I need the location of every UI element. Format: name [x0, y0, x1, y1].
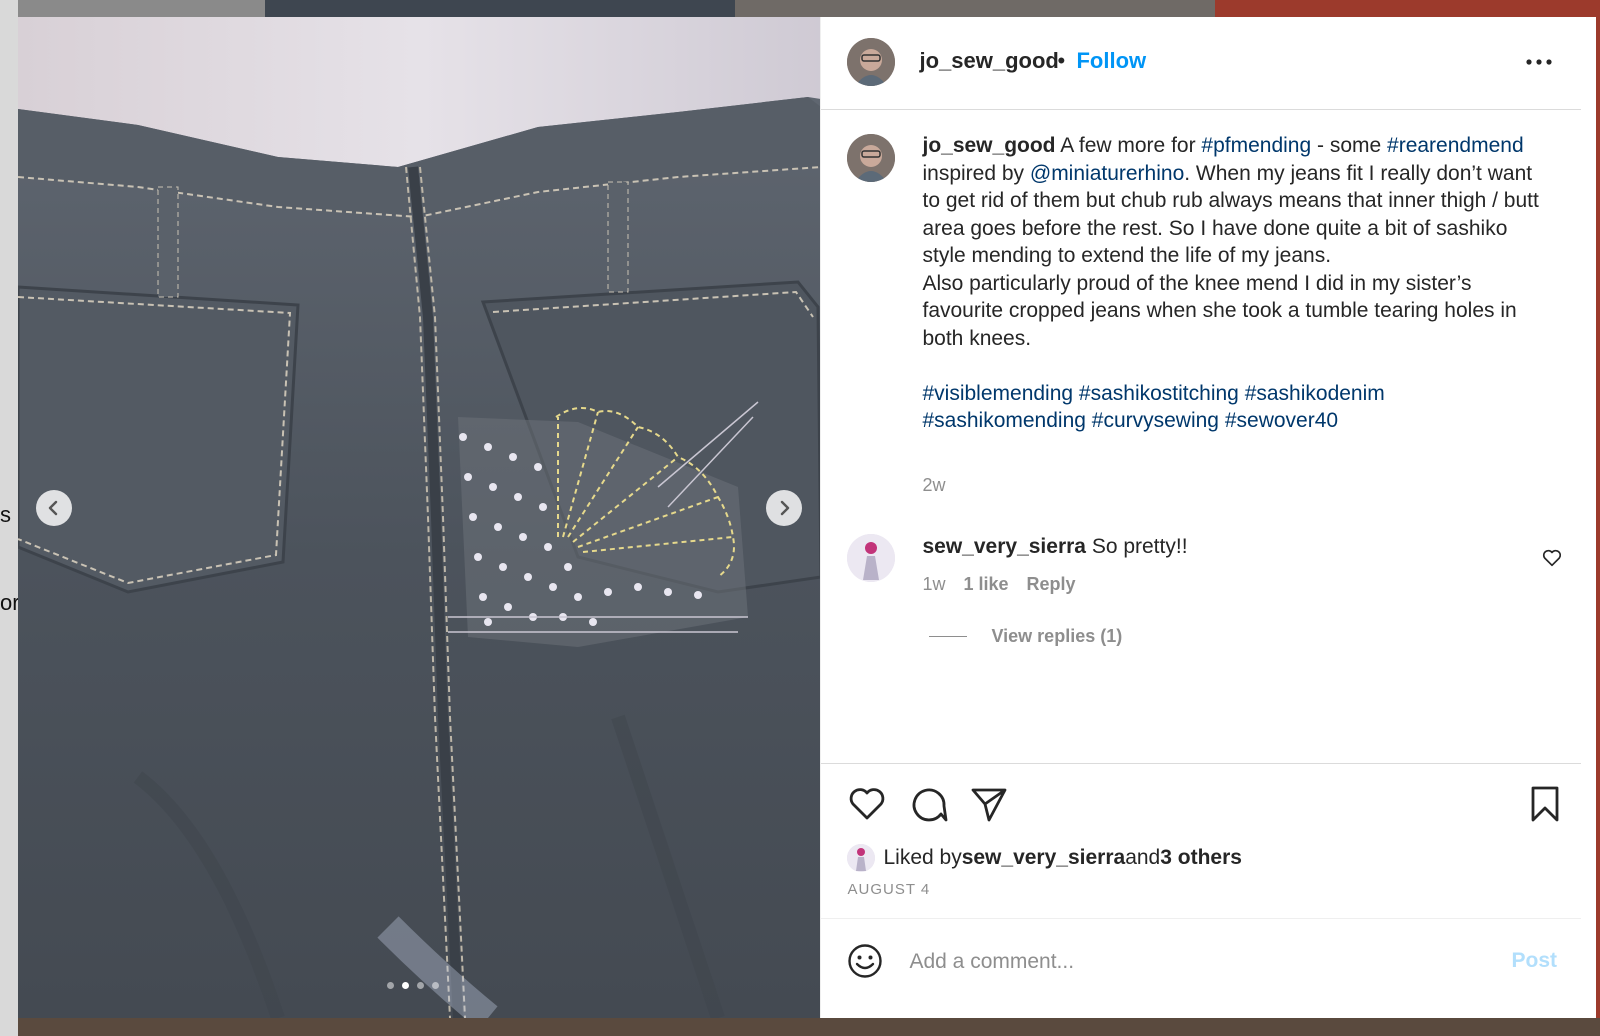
add-comment-input[interactable] — [907, 945, 1472, 979]
carousel-dot — [432, 982, 439, 989]
header-separator: • — [1057, 48, 1066, 73]
more-options-icon[interactable] — [1521, 47, 1557, 77]
post-actions: Liked by sew_very_sierra and 3 others AU… — [821, 763, 1582, 934]
background-edge-text: s — [0, 502, 11, 527]
hashtag-link[interactable]: #sashikomending — [922, 409, 1085, 432]
caption-author-avatar[interactable] — [847, 134, 896, 182]
chevron-right-icon — [780, 500, 790, 516]
comment-timestamp[interactable]: 1w — [922, 574, 945, 595]
post-modal: jo_sew_good • Follow jo_sew_good A few m… — [18, 17, 1596, 1018]
view-replies-button[interactable]: View replies (1) — [929, 626, 1122, 647]
author-avatar-image — [847, 38, 896, 86]
carousel-dot-active — [402, 982, 409, 989]
carousel-dot — [387, 982, 394, 989]
liked-by-avatar-image — [847, 844, 876, 872]
jeans-photo — [18, 17, 821, 1018]
caption-timestamp[interactable]: 2w — [922, 475, 945, 496]
author-avatar[interactable] — [847, 38, 896, 86]
post-panel: jo_sew_good • Follow jo_sew_good A few m… — [820, 17, 1596, 1018]
hashtag-link[interactable]: #curvysewing — [1092, 409, 1219, 432]
carousel-next-button[interactable] — [766, 490, 802, 526]
liked-by-user[interactable]: sew_very_sierra — [962, 846, 1125, 870]
post-comment-button[interactable]: Post — [1511, 949, 1557, 973]
caption-username[interactable]: jo_sew_good — [922, 134, 1055, 157]
hashtag-link[interactable]: #sewover40 — [1225, 409, 1338, 432]
chevron-left-icon — [48, 500, 58, 516]
liked-by-prefix: Liked by — [883, 846, 962, 869]
commenter-avatar-image — [847, 534, 896, 582]
hashtag-link[interactable]: #pfmending — [1201, 134, 1311, 157]
liked-by-others[interactable]: 3 others — [1160, 846, 1242, 870]
author-username[interactable]: jo_sew_good — [919, 48, 1058, 74]
caption-text: - some — [1311, 134, 1388, 157]
replies-divider-line — [929, 636, 968, 637]
post-header: jo_sew_good • Follow — [821, 17, 1582, 110]
mention-link[interactable]: @miniaturerhino — [1030, 162, 1184, 185]
carousel-prev-button[interactable] — [36, 490, 72, 526]
add-comment-bar: Post — [821, 918, 1582, 1019]
commenter-username[interactable]: sew_very_sierra — [922, 535, 1085, 558]
post-caption: jo_sew_good A few more for #pfmending - … — [922, 132, 1542, 435]
caption-paragraph: Also particularly proud of the knee mend… — [922, 271, 1517, 350]
commenter-avatar[interactable] — [847, 534, 896, 582]
comment: sew_very_sierra So pretty!! — [922, 535, 1187, 559]
caption-avatar-image — [847, 134, 896, 182]
reply-button[interactable]: Reply — [1027, 574, 1076, 595]
liked-by-avatar[interactable] — [847, 844, 876, 872]
post-date[interactable]: AUGUST 4 — [847, 881, 930, 898]
liked-by: Liked by sew_very_sierra and 3 others — [847, 844, 1242, 872]
hashtag-link[interactable]: #sashikodenim — [1245, 382, 1385, 405]
caption-text: inspired by — [922, 161, 1030, 185]
caption-text: A few more for — [1055, 134, 1202, 157]
bookmark-icon[interactable] — [1525, 784, 1565, 824]
liked-by-and: and — [1125, 846, 1161, 869]
view-replies-label: View replies (1) — [991, 626, 1123, 646]
share-icon[interactable] — [969, 784, 1009, 824]
background-edge-text: or — [0, 590, 20, 615]
comment-icon[interactable] — [908, 784, 948, 824]
carousel-dots — [387, 982, 439, 989]
post-media — [18, 17, 821, 1018]
heart-icon[interactable] — [847, 784, 887, 824]
comment-body: So pretty!! — [1091, 535, 1188, 558]
follow-button[interactable]: Follow — [1076, 48, 1146, 74]
comment-likes[interactable]: 1 like — [964, 574, 1009, 595]
emoji-icon[interactable] — [847, 943, 883, 979]
hashtag-link[interactable]: #sashikostitching — [1079, 382, 1239, 405]
hashtag-link[interactable]: #rearendmend — [1387, 134, 1524, 157]
carousel-dot — [417, 982, 424, 989]
comment-like-heart-icon[interactable] — [1541, 547, 1563, 569]
comment-meta: 1w 1 like Reply — [922, 574, 1075, 595]
hashtag-link[interactable]: #visiblemending — [922, 382, 1073, 405]
